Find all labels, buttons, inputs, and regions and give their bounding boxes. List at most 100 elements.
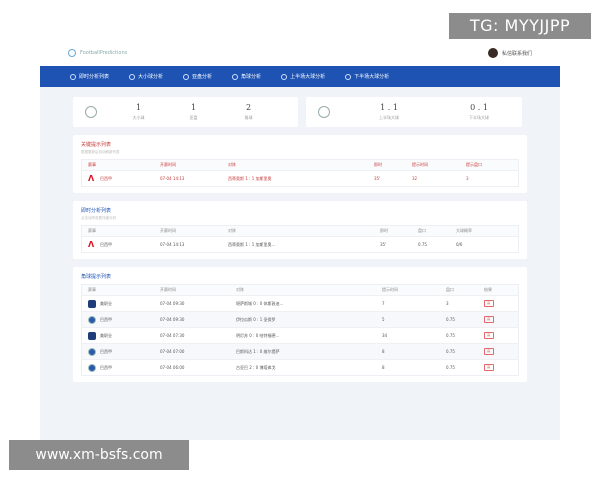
table-row[interactable]: 美职业 07-04 09:30 堪萨斯城 0 : 0 休斯敦迪... 7 3 赢 (82, 295, 518, 311)
column-header: 提示时间 (412, 162, 428, 167)
stat-value: 1 . 1 (380, 103, 398, 112)
logo-icon (68, 49, 76, 57)
app-window: FootballPredictions 私信联系我们 即时分析列表 大小球分析 亚盘… (40, 40, 560, 440)
column-header: 开赛时间 (160, 162, 176, 167)
cell-hint_time: 8 (382, 349, 385, 354)
cell-prob: 0/6 (456, 242, 463, 247)
stats-card-counts: 1 大小球 1 亚盘 2 角球 (73, 97, 298, 127)
nav-tab-label: 下半场大球分析 (354, 74, 390, 80)
column-header: 对阵 (228, 162, 236, 167)
cell-match[interactable]: 堪萨斯城 0 : 0 休斯敦迪... (236, 301, 382, 307)
nav-tab[interactable]: 角球分析 (232, 73, 261, 80)
cell-line: 0.75 (446, 349, 455, 354)
cell-time: 07-04 07:30 (160, 333, 185, 338)
cell-hint_time: 5 (382, 317, 385, 322)
nav-tab[interactable]: 下半场大球分析 (345, 73, 389, 80)
cell-match[interactable]: 明尼苏 0 : 0 哈特福德... (236, 333, 382, 339)
cell-time: 07-04 09:30 (160, 301, 185, 306)
stat-item: 1 . 1 上半场大球 (344, 103, 434, 121)
watermark-tg: TG: MYYJJPP (449, 13, 591, 39)
panel-subtitle: 点击对阵查看详细分析 (81, 216, 116, 220)
table-row[interactable]: 巴西甲 07-04 07:00 巴斯科达 1 : 0 维尔提萨 8 0.75 赢 (82, 343, 518, 359)
chart-icon (183, 73, 190, 80)
user-menu[interactable]: 私信联系我们 (487, 48, 532, 58)
brand[interactable]: FootballPredictions (68, 49, 127, 57)
league-name: 美职业 (100, 332, 112, 338)
stats-card-halves: 1 . 1 上半场大球 0 . 1 下半场大球 (306, 97, 522, 127)
table-row[interactable]: Λ 巴西甲 07-04 14:13 西蒂奥斯 1 : 1 加斯里奥... 35' 0.75… (82, 236, 518, 252)
league-name: 巴西甲 (100, 364, 112, 370)
stat-item: 2 角球 (221, 103, 276, 121)
ball-icon (129, 73, 136, 80)
stat-value: 2 (245, 103, 252, 112)
result-tag: 赢 (484, 364, 494, 371)
cell-time: 07-04 09:30 (160, 317, 185, 322)
stat-value: 1 (190, 103, 197, 112)
table-corner-hints: 赛事 开赛时间 对阵 提示时间 盘口 结果 美职业 07-04 09:30 堪萨斯城 0 : 0… (81, 284, 519, 376)
nav-tab-label: 上半场大球分析 (290, 74, 326, 80)
table-live-analysis: 赛事 开赛时间 对阵 即时 盘口 大球概率 Λ 巴西甲 07-04 14:13 西蒂奥斯 1 : … (81, 225, 519, 253)
table-row[interactable]: 巴西甲 07-04 09:30 伊拉瓜斯 0 : 1 圣保罗 5 0.75 赢 (82, 311, 518, 327)
column-header: 结果 (484, 287, 492, 292)
stat-item: 0 . 1 下半场大球 (434, 103, 524, 121)
cell-line: 0.75 (446, 317, 455, 322)
table-header-row: 赛事 开赛时间 对阵 即时 盘口 大球概率 (82, 226, 518, 236)
stat-item: 1 大小球 (111, 103, 166, 121)
cell-line: 0.75 (446, 365, 455, 370)
cell-league: Λ 巴西甲 (88, 241, 160, 249)
nav-tab-label: 亚盘分析 (192, 74, 213, 80)
panel-subtitle: 数据更新后自动刷新列表 (81, 150, 120, 154)
league-badge-icon (88, 363, 96, 372)
cell-result: 赢 (484, 300, 514, 307)
cell-match[interactable]: 西蒂奥斯 1 : 1 加斯里奥 (228, 176, 374, 182)
avatar (487, 48, 498, 58)
result-tag: 赢 (484, 316, 494, 323)
cell-time: 07-04 06:00 (160, 365, 185, 370)
nav-tab[interactable]: 上半场大球分析 (281, 73, 325, 80)
stats-row: 1 大小球 1 亚盘 2 角球 1 . 1 上半场大球 0 . 1 下半场大球 (40, 87, 560, 127)
flag-icon (232, 73, 239, 80)
stat-value: 0 . 1 (470, 103, 488, 112)
column-header: 盘口 (418, 228, 426, 233)
table-row[interactable]: Λ 巴西甲 07-04 14:13 西蒂奥斯 1 : 1 加斯里奥 35' 32 3 (82, 170, 518, 186)
cell-hint: 3 (466, 176, 469, 181)
table-row[interactable]: 美职业 07-04 07:30 明尼苏 0 : 0 哈特福德... 34 0.75 赢 (82, 327, 518, 343)
stat-label: 下半场大球 (469, 115, 489, 120)
table-row[interactable]: 巴西甲 07-04 06:00 古亚巴 2 : 0 博塔弗戈 8 0.75 赢 (82, 359, 518, 375)
column-header: 对阵 (236, 287, 244, 292)
column-header: 对阵 (228, 228, 236, 233)
column-header: 提示时间 (382, 287, 398, 292)
column-header: 即时 (374, 162, 382, 167)
stat-value: 1 (135, 103, 142, 112)
league-badge-icon (88, 331, 96, 340)
nav-tab[interactable]: 即时分析列表 (70, 73, 109, 80)
nav-tab[interactable]: 大小球分析 (129, 73, 163, 80)
league-name: 巴西甲 (100, 241, 112, 247)
column-header: 赛事 (88, 162, 96, 167)
cell-line: 0.75 (446, 333, 455, 338)
stat-label: 角球 (244, 115, 253, 120)
league-name: 美职业 (100, 300, 112, 306)
panel-title: 关键提示列表 (81, 142, 112, 148)
column-header: 赛事 (88, 287, 96, 292)
nav-tab-label: 角球分析 (241, 74, 262, 80)
cell-now: 35' (374, 176, 381, 181)
table-key-hints: 赛事 开赛时间 对阵 即时 提示时间 提示盘口 Λ 巴西甲 07-04 14:13 西蒂奥斯 1 … (81, 159, 519, 187)
cell-time: 07-04 14:13 (160, 242, 185, 247)
nav-tab[interactable]: 亚盘分析 (183, 73, 212, 80)
cell-league: 巴西甲 (88, 363, 160, 372)
panel-key-hints: 关键提示列表 数据更新后自动刷新列表 赛事 开赛时间 对阵 即时 提示时间 提示盘口 Λ 巴西… (73, 135, 527, 193)
cell-match[interactable]: 西蒂奥斯 1 : 1 加斯里奥... (228, 242, 380, 248)
half-icon (345, 73, 352, 80)
column-header: 开赛时间 (160, 287, 176, 292)
cell-result: 赢 (484, 332, 514, 339)
cell-hint_time: 32 (412, 176, 418, 181)
league-badge-icon: Λ (88, 174, 95, 183)
cell-match[interactable]: 古亚巴 2 : 0 博塔弗戈 (236, 365, 382, 371)
soccer-ball-icon (85, 106, 97, 118)
panel-live-analysis: 即时分析列表 点击对阵查看详细分析 赛事 开赛时间 对阵 即时 盘口 大球概率 Λ 巴西甲 07… (73, 201, 527, 259)
cell-match[interactable]: 伊拉瓜斯 0 : 1 圣保罗 (236, 317, 382, 323)
cell-match[interactable]: 巴斯科达 1 : 0 维尔提萨 (236, 349, 382, 355)
clock-icon (70, 73, 76, 80)
result-tag: 赢 (484, 300, 494, 307)
